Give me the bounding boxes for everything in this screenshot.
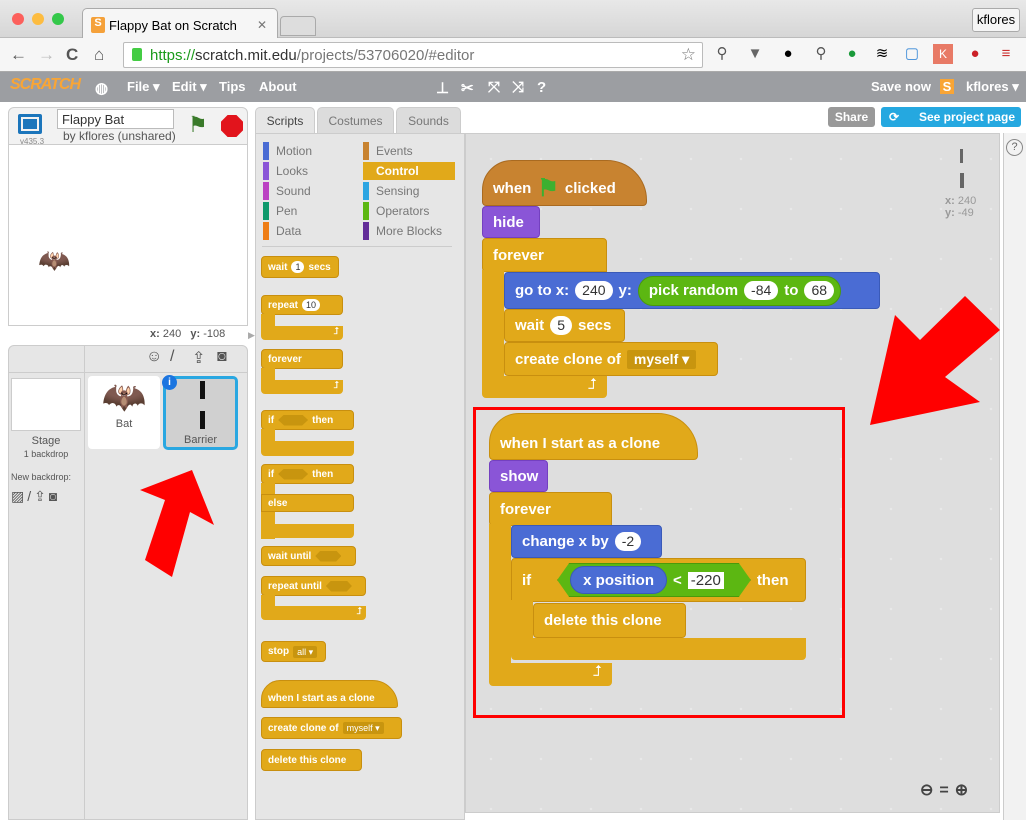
red-arrow-up: [140, 470, 214, 577]
annotation-arrows: [140, 296, 1000, 577]
red-arrow-down-left: [870, 296, 1000, 425]
